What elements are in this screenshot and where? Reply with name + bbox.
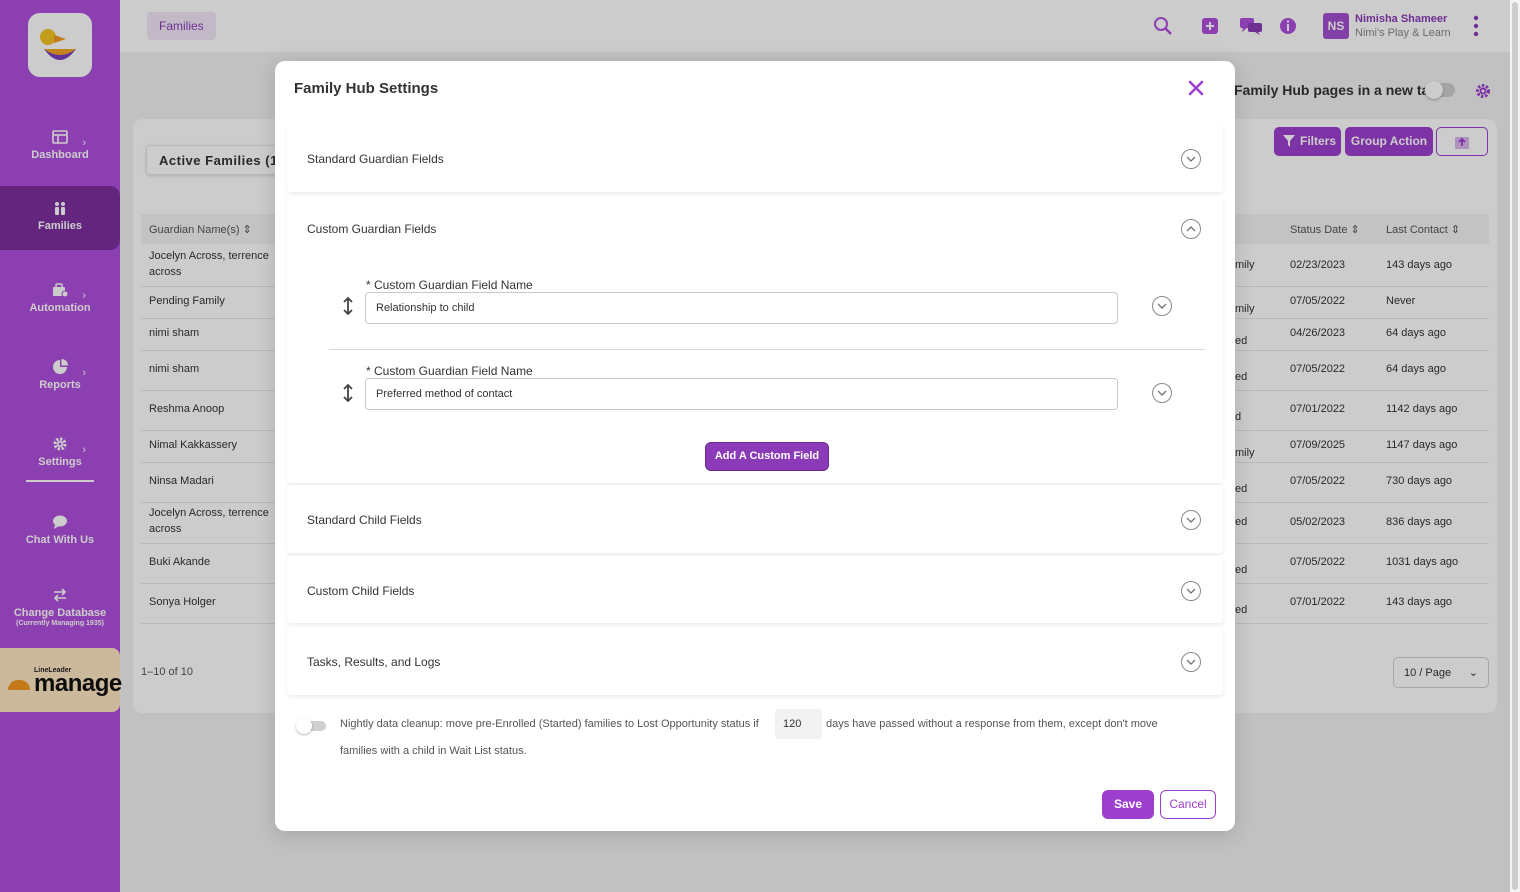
cancel-button[interactable]: Cancel [1160, 790, 1216, 819]
chevron-down-icon [1186, 659, 1196, 665]
expand-button[interactable] [1181, 510, 1201, 530]
nightly-cleanup-toggle[interactable] [296, 718, 326, 734]
divider [329, 349, 1205, 350]
custom-guardian-field-name-input[interactable] [365, 378, 1118, 410]
expand-button[interactable] [1181, 652, 1201, 672]
scrollbar-thumb[interactable] [1512, 2, 1518, 890]
section-standard-child-fields[interactable]: Standard Child Fields [287, 485, 1223, 553]
page-scrollbar[interactable] [1510, 0, 1520, 892]
chevron-up-icon [1186, 226, 1196, 232]
section-custom-guardian-fields: Custom Guardian Fields * Custom Guardian… [287, 196, 1223, 483]
chevron-down-icon [1157, 390, 1167, 396]
cleanup-days-input[interactable] [775, 709, 822, 739]
cleanup-text-1: Nightly data cleanup: move pre-Enrolled … [340, 718, 759, 730]
field-label: * Custom Guardian Field Name [366, 278, 533, 292]
section-title: Custom Guardian Fields [307, 222, 437, 236]
section-title: Standard Child Fields [307, 513, 422, 527]
section-tasks-results-logs[interactable]: Tasks, Results, and Logs [287, 627, 1223, 695]
family-hub-settings-modal: Family Hub Settings Standard Guardian Fi… [275, 61, 1235, 831]
add-custom-field-button[interactable]: Add A Custom Field [705, 442, 829, 471]
modal-title: Family Hub Settings [294, 80, 439, 97]
section-title: Custom Child Fields [307, 584, 415, 598]
cleanup-text-3: families with a child in Wait List statu… [340, 745, 527, 757]
field-expand-button[interactable] [1152, 296, 1172, 316]
field-expand-button[interactable] [1152, 383, 1172, 403]
section-standard-guardian-fields[interactable]: Standard Guardian Fields [287, 123, 1223, 192]
custom-guardian-field-name-input[interactable] [365, 292, 1118, 324]
expand-button[interactable] [1181, 581, 1201, 601]
chevron-down-icon [1186, 588, 1196, 594]
field-label: * Custom Guardian Field Name [366, 364, 533, 378]
section-custom-child-fields[interactable]: Custom Child Fields [287, 556, 1223, 623]
collapse-button[interactable] [1181, 219, 1201, 239]
chevron-down-icon [1186, 517, 1196, 523]
chevron-down-icon [1157, 303, 1167, 309]
cleanup-text-2: days have passed without a response from… [826, 718, 1158, 730]
drag-handle-icon[interactable] [343, 297, 353, 315]
expand-button[interactable] [1181, 149, 1201, 169]
chevron-down-icon [1186, 156, 1196, 162]
section-title: Standard Guardian Fields [307, 152, 444, 166]
drag-handle-icon[interactable] [343, 384, 353, 402]
section-title: Tasks, Results, and Logs [307, 655, 441, 669]
save-button[interactable]: Save [1102, 790, 1154, 819]
close-icon[interactable] [1187, 79, 1205, 97]
